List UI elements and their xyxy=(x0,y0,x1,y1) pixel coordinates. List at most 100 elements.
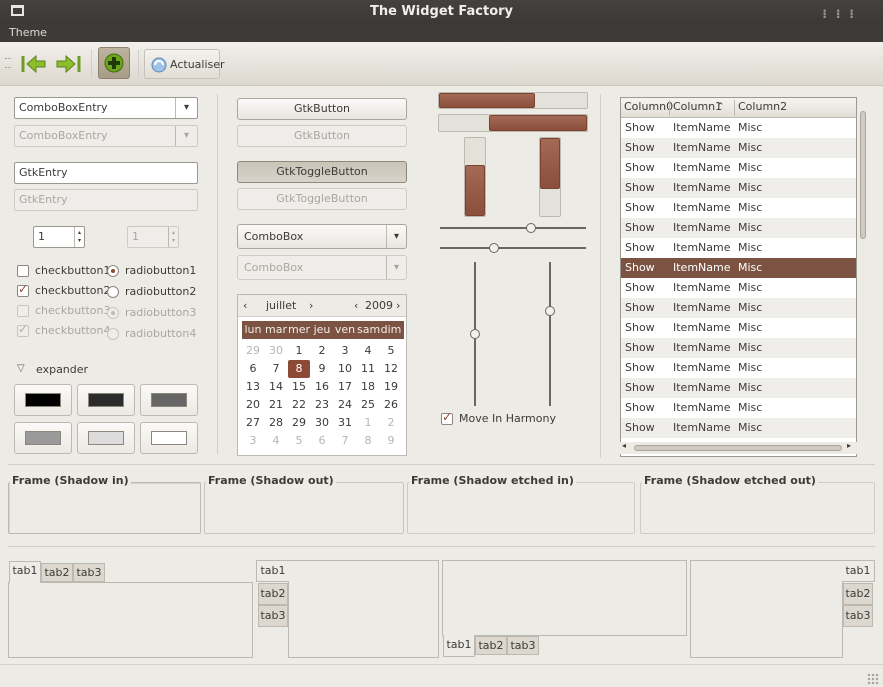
calendar-day[interactable]: 25 xyxy=(357,396,379,414)
calendar-day[interactable]: 4 xyxy=(265,432,287,450)
calendar-day[interactable]: 17 xyxy=(334,378,356,396)
calendar-day[interactable]: 29 xyxy=(242,342,264,360)
calendar-day[interactable]: 29 xyxy=(288,414,310,432)
tree-view[interactable]: Column0 Column1 ⌃ Column2 Show ItemName Mi… xyxy=(620,97,857,457)
tree-row[interactable]: Show ItemName Misc xyxy=(621,238,856,258)
calendar-day[interactable]: 26 xyxy=(380,396,402,414)
calendar-day[interactable]: 11 xyxy=(357,360,379,378)
tree-row[interactable]: Show ItemName Misc xyxy=(621,278,856,298)
calendar-day[interactable]: 13 xyxy=(242,378,264,396)
calendar-day[interactable]: 30 xyxy=(265,342,287,360)
color-swatch-button[interactable] xyxy=(14,384,72,416)
tree-row[interactable]: Show ItemName Misc xyxy=(621,338,856,358)
calendar-day[interactable]: 2 xyxy=(380,414,402,432)
calendar-day[interactable]: 7 xyxy=(265,360,287,378)
checkbutton2-box[interactable]: ✓ xyxy=(17,282,29,297)
add-button[interactable] xyxy=(98,47,130,79)
checkbutton1-box[interactable] xyxy=(17,265,29,277)
notebook-right-tab3[interactable]: tab3 xyxy=(843,605,873,627)
menu-theme[interactable]: Theme xyxy=(9,25,47,41)
calendar-day[interactable]: 9 xyxy=(380,432,402,450)
spin-arrows-icon[interactable]: ▴ ▾ xyxy=(74,227,84,247)
calendar-day[interactable]: 4 xyxy=(357,342,379,360)
expander-label[interactable]: expander xyxy=(36,363,88,376)
window-menu-icon[interactable] xyxy=(11,5,24,16)
calendar-day[interactable]: 8 xyxy=(357,432,379,450)
gtk-button[interactable]: GtkButton xyxy=(237,98,407,120)
tree-row[interactable]: Show ItemName Misc xyxy=(621,158,856,178)
calendar-day[interactable]: 30 xyxy=(311,414,333,432)
notebook-bottom-tab1[interactable]: tab1 xyxy=(443,635,475,657)
tree-row[interactable]: Show ItemName Misc xyxy=(621,178,856,198)
calendar-day[interactable]: 23 xyxy=(311,396,333,414)
scale-slider-knob[interactable] xyxy=(488,243,499,253)
radiobutton2-label[interactable]: radiobutton2 xyxy=(125,285,196,298)
gtk-toggle-button[interactable]: GtkToggleButton xyxy=(237,161,407,183)
calendar-day[interactable]: 19 xyxy=(380,378,402,396)
hscale-1[interactable] xyxy=(440,222,586,234)
calendar-day-selected[interactable]: 8 xyxy=(288,360,310,378)
refresh-button[interactable]: Actualiser xyxy=(144,49,225,79)
notebook-right-tab2[interactable]: tab2 xyxy=(843,583,873,605)
tree-vertical-scrollbar[interactable] xyxy=(857,97,869,442)
column2-header[interactable]: Column2 xyxy=(738,98,787,117)
next-month-icon[interactable]: › xyxy=(309,299,313,312)
prev-year-icon[interactable]: ‹ xyxy=(354,299,358,312)
notebook-left-tab3[interactable]: tab3 xyxy=(258,605,288,627)
calendar-day[interactable]: 21 xyxy=(265,396,287,414)
color-swatch-button[interactable] xyxy=(140,384,198,416)
scrollbar-thumb[interactable] xyxy=(860,111,866,239)
color-swatch-button[interactable] xyxy=(77,384,135,416)
calendar-day[interactable]: 1 xyxy=(357,414,379,432)
calendar-day[interactable]: 22 xyxy=(288,396,310,414)
scale-slider-knob[interactable] xyxy=(470,329,480,339)
calendar-day[interactable]: 6 xyxy=(242,360,264,378)
calendar-day[interactable]: 2 xyxy=(311,342,333,360)
calendar-day[interactable]: 20 xyxy=(242,396,264,414)
hscale-2[interactable] xyxy=(440,242,586,254)
chevron-down-icon[interactable]: ▾ xyxy=(175,98,197,118)
calendar-day[interactable]: 14 xyxy=(265,378,287,396)
calendar-day[interactable]: 1 xyxy=(288,342,310,360)
move-in-harmony-checkbox[interactable]: ✓ xyxy=(441,410,453,425)
calendar-day[interactable]: 15 xyxy=(288,378,310,396)
resize-grip-icon[interactable] xyxy=(867,673,879,685)
column0-header[interactable]: Column0 xyxy=(624,98,673,117)
vscale-2[interactable] xyxy=(544,262,556,406)
notebook-bottom-tab3[interactable]: tab3 xyxy=(507,636,539,655)
color-swatch-button[interactable] xyxy=(140,422,198,454)
calendar-day[interactable]: 7 xyxy=(334,432,356,450)
scroll-left-icon[interactable]: ◂ xyxy=(622,441,626,450)
notebook-top-tab1[interactable]: tab1 xyxy=(9,561,41,583)
combobox[interactable]: ComboBox ▾ xyxy=(237,224,407,249)
scale-slider-knob[interactable] xyxy=(545,306,555,317)
window-controls[interactable]: ⁝⁝⁝ xyxy=(822,2,863,26)
forward-icon[interactable] xyxy=(54,52,82,76)
calendar-day[interactable]: 5 xyxy=(288,432,310,450)
notebook-left-tab2[interactable]: tab2 xyxy=(258,583,288,605)
notebook-left-tab1[interactable]: tab1 xyxy=(256,560,289,582)
calendar[interactable]: ‹ juillet › ‹ 2009 › lun mar mer jeu ven sam d… xyxy=(237,294,407,456)
expander-triangle-icon[interactable]: ▽ xyxy=(17,363,25,374)
checkbutton1-label[interactable]: checkbutton1 xyxy=(35,264,111,277)
tree-row[interactable]: Show ItemName Misc xyxy=(621,398,856,418)
vscale-1[interactable] xyxy=(469,262,481,406)
tree-row[interactable]: Show ItemName Misc xyxy=(621,298,856,318)
notebook-top-tab2[interactable]: tab2 xyxy=(41,563,73,582)
tree-row[interactable]: Show ItemName Misc xyxy=(621,198,856,218)
calendar-day[interactable]: 31 xyxy=(334,414,356,432)
tree-row[interactable]: Show ItemName Misc xyxy=(621,118,856,138)
tree-row[interactable]: Show ItemName Misc xyxy=(621,138,856,158)
calendar-day[interactable]: 5 xyxy=(380,342,402,360)
tree-row[interactable]: Show ItemName Misc xyxy=(621,218,856,238)
toolbar-grip[interactable] xyxy=(5,58,11,68)
color-swatch-button[interactable] xyxy=(77,422,135,454)
color-swatch-button[interactable] xyxy=(14,422,72,454)
calendar-day[interactable]: 9 xyxy=(311,360,333,378)
scroll-right-icon[interactable]: ▸ xyxy=(847,441,851,450)
notebook-top-tab3[interactable]: tab3 xyxy=(73,563,105,582)
tree-row-selected[interactable]: Show ItemName Misc xyxy=(621,258,856,278)
calendar-day[interactable]: 12 xyxy=(380,360,402,378)
next-year-icon[interactable]: › xyxy=(396,299,400,312)
scrollbar-thumb[interactable] xyxy=(634,445,842,451)
